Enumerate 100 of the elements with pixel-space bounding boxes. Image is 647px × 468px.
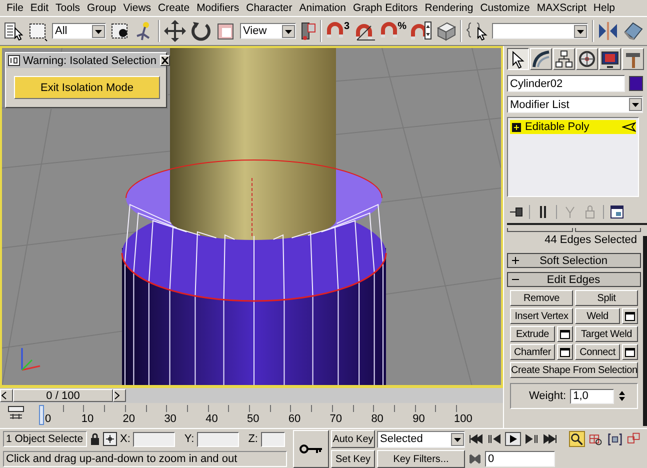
zoom-extents-button[interactable] (607, 431, 623, 447)
create-shape-button[interactable]: Create Shape From Selection (510, 362, 638, 378)
rollout-button[interactable] (507, 228, 573, 232)
frame-number: 40 (206, 413, 218, 426)
frame-counter: 0 / 100 (46, 390, 80, 402)
z-coordinate-field[interactable] (260, 432, 285, 446)
edit-edges-button[interactable]: Weld (575, 308, 620, 324)
frame-number: 90 (412, 413, 425, 426)
object-name-field[interactable]: Cylinder02 (507, 75, 625, 92)
previous-key-icon[interactable] (487, 434, 501, 444)
window-icon[interactable] (560, 330, 570, 338)
snap-dimension-label: 3 (344, 21, 350, 32)
edit-edges-button[interactable]: Connect (575, 344, 620, 360)
scrollbar[interactable] (643, 236, 647, 426)
lock-icon[interactable] (90, 433, 100, 445)
edit-edges-button[interactable]: Target Weld (575, 326, 638, 342)
rollout-header[interactable]: Soft Selection (507, 253, 641, 268)
modifier-list-dropdown[interactable]: Modifier List (507, 96, 643, 113)
curve-editor-icon[interactable] (8, 406, 24, 420)
menu-item[interactable]: Tools (52, 2, 84, 14)
key-set-dropdown[interactable]: Selected (377, 430, 465, 448)
spinner-icon[interactable] (618, 389, 626, 403)
frame-number: 60 (288, 413, 301, 426)
zoom-button[interactable] (569, 431, 585, 447)
frame-number: 70 (330, 413, 342, 426)
settings-button[interactable] (557, 326, 573, 342)
frame-number: 80 (371, 413, 384, 426)
rollout-button[interactable] (575, 228, 641, 232)
menu-item[interactable]: Create (154, 2, 194, 14)
next-frame-button[interactable] (113, 389, 126, 402)
reference-coordinate-dropdown[interactable]: View (240, 23, 296, 39)
axis-tripod-icon (21, 348, 40, 371)
dialog-app-icon (8, 55, 20, 66)
rotate-icon[interactable] (190, 20, 212, 42)
edit-edges-button[interactable]: Split (575, 290, 638, 306)
frame-number: 20 (122, 413, 136, 426)
menu-item[interactable]: MAXScript (533, 2, 590, 14)
rollout-header[interactable]: Edit Edges (507, 272, 641, 287)
collapse-icon (512, 276, 519, 283)
key-filters-button[interactable]: Key Filters... (377, 450, 465, 468)
current-frame-field[interactable]: 0 (485, 451, 555, 467)
current-frame-marker[interactable] (39, 405, 44, 426)
window-icon[interactable] (625, 312, 635, 320)
z-label: Z: (248, 433, 258, 445)
named-selection-dropdown[interactable] (492, 23, 588, 39)
selection-filter-dropdown[interactable]: All (52, 23, 106, 39)
object-color-swatch[interactable] (629, 76, 643, 91)
key-icon[interactable] (299, 444, 323, 454)
y-label: Y: (184, 433, 194, 445)
braces-cursor-icon[interactable] (466, 20, 488, 42)
modifier-stack-item[interactable]: Editable Poly (510, 120, 636, 134)
go-to-start-icon[interactable] (469, 434, 483, 444)
percent-snap-label: % (398, 21, 406, 32)
select-object-icon[interactable] (4, 20, 24, 42)
next-key-icon[interactable] (525, 434, 539, 444)
frame-number: 0 (45, 413, 52, 426)
edit-edges-button[interactable]: Remove (510, 290, 573, 306)
menu-item[interactable]: Group (84, 2, 120, 14)
edit-edges-button[interactable]: Insert Vertex (510, 308, 573, 324)
go-to-end-icon[interactable] (543, 434, 557, 444)
time-slider-thumb[interactable]: 0 / 100 (13, 389, 113, 402)
chevron-right-icon[interactable] (114, 391, 120, 400)
mirror-icon[interactable] (598, 20, 618, 42)
auto-key-button[interactable]: Auto Key (331, 430, 375, 448)
dialog-title: Warning: Isolated Selection (23, 54, 156, 66)
exit-isolation-button[interactable]: Exit Isolation Mode (14, 76, 160, 99)
settings-button[interactable] (622, 344, 638, 360)
set-key-button[interactable]: Set Key (331, 450, 375, 468)
x-coordinate-field[interactable] (133, 432, 176, 446)
y-coordinate-field[interactable] (197, 432, 240, 446)
edit-edges-button[interactable]: Chamfer (510, 344, 555, 360)
window-icon[interactable] (625, 348, 635, 356)
menu-item[interactable]: Edit (26, 2, 52, 14)
menu-item[interactable]: Graph Editors (349, 2, 422, 14)
settings-button[interactable] (622, 308, 638, 324)
spinner-snap-icon[interactable] (410, 20, 432, 42)
previous-frame-button[interactable] (0, 389, 13, 402)
menu-item[interactable]: Character (242, 2, 296, 14)
time-slider[interactable]: 0 / 100 (0, 389, 503, 402)
menu-item[interactable]: Rendering (421, 2, 477, 14)
menu-item[interactable]: Customize (476, 2, 534, 14)
menu-item[interactable]: Help (590, 2, 619, 14)
menu-item[interactable]: File (3, 2, 27, 14)
menu-item[interactable]: Modifiers (193, 2, 243, 14)
viewport[interactable]: Warning: Isolated Selection Exit Isolation Mode (0, 46, 503, 388)
weight-field[interactable]: 1,0 (570, 388, 614, 404)
settings-button[interactable] (557, 344, 573, 360)
frame-number: 50 (247, 413, 260, 426)
weight-label: Weight: (529, 390, 566, 402)
align-icon[interactable] (622, 20, 644, 42)
expand-icon[interactable] (512, 122, 521, 132)
key-mode-toggle-icon[interactable] (469, 454, 481, 464)
menu-item[interactable]: Animation (296, 2, 350, 14)
move-icon[interactable] (164, 20, 186, 42)
edit-edges-button[interactable]: Extrude (510, 326, 555, 342)
chevron-left-icon[interactable] (1, 391, 7, 400)
frame-number: 10 (81, 413, 94, 426)
menu-item[interactable]: Views (120, 2, 155, 14)
window-icon[interactable] (560, 348, 570, 356)
key-mode-button[interactable] (293, 430, 329, 468)
